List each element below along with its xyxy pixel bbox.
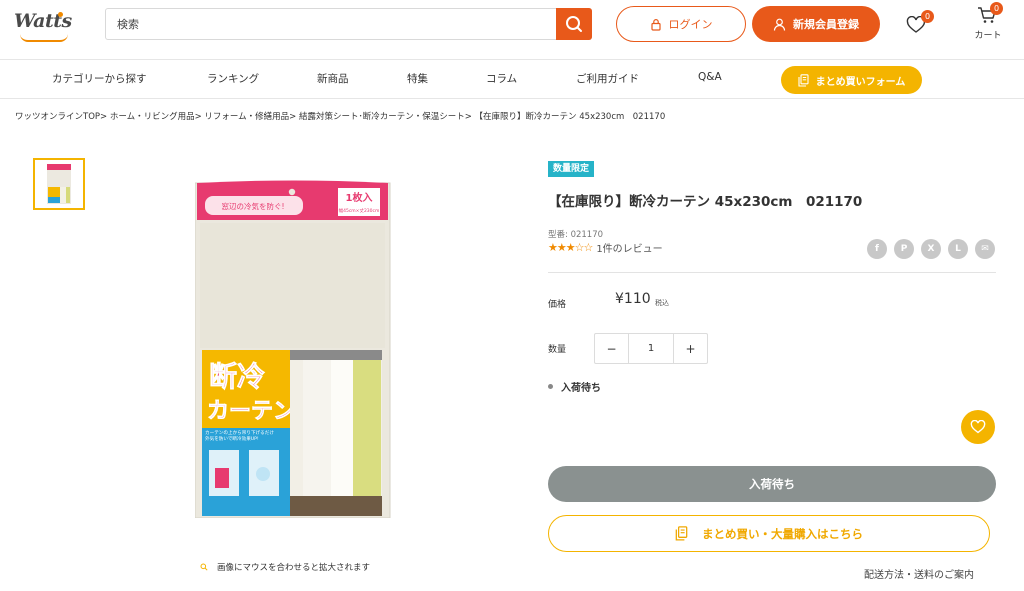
mail-icon[interactable]: ✉ (975, 239, 995, 259)
package-count-badge: 1枚入 (346, 191, 373, 204)
restock-wait-button[interactable]: 入荷待ち (548, 466, 996, 502)
zoom-hint-text: 画像にマウスを合わせると拡大されます (217, 563, 371, 573)
site-logo[interactable]: Watts (14, 10, 78, 42)
facebook-icon[interactable]: f (867, 239, 887, 259)
search-input[interactable] (106, 9, 557, 39)
x-icon[interactable]: X (921, 239, 941, 259)
status-dot (548, 384, 553, 389)
pinterest-icon[interactable]: P (894, 239, 914, 259)
bulk-order-form-button[interactable]: まとめ買いフォーム (781, 66, 922, 94)
nav-item-new-products[interactable]: 新商品 (317, 71, 349, 86)
product-sku: 型番: 021170 (548, 230, 604, 240)
login-button[interactable]: ログイン (616, 6, 746, 42)
nav-item-features[interactable]: 特集 (407, 71, 428, 86)
logo-dot (58, 12, 63, 17)
favorites-button[interactable]: 0 (906, 10, 934, 36)
thumbnail-image (47, 164, 71, 204)
cart-button[interactable]: 0 カート (968, 2, 1008, 44)
quantity-label: 数量 (548, 345, 567, 355)
line-icon[interactable]: L (948, 239, 968, 259)
price-label: 価格 (548, 300, 567, 310)
product-thumbnail[interactable] (33, 158, 85, 210)
review-count-link[interactable]: 1件のレビュー (596, 240, 662, 255)
package-description-2: 外気を防いで断冷効果UP! (205, 435, 259, 442)
bulk-purchase-button[interactable]: まとめ買い・大量購入はこちら (548, 515, 990, 552)
zoom-hint: 画像にマウスを合わせると拡大されます (200, 561, 370, 573)
quantity-minus-button[interactable]: − (595, 334, 628, 363)
package-description-1: カーテンの上から吊り下げるだけ (205, 429, 274, 436)
product-rating: ★★★☆☆ 1件のレビュー (548, 240, 663, 255)
document-icon (798, 73, 809, 87)
lock-icon (650, 18, 661, 31)
rating-stars: ★★★☆☆ (548, 241, 593, 254)
logo-smile (20, 34, 68, 42)
product-price: ¥110 (615, 291, 651, 307)
favorites-count-badge: 0 (921, 10, 934, 23)
package-headline-2: カーテン (207, 399, 295, 424)
limited-quantity-badge: 数量限定 (548, 161, 595, 177)
login-label: ログイン (668, 18, 713, 31)
bulk-purchase-label: まとめ買い・大量購入はこちら (702, 526, 863, 541)
nav-item-guide[interactable]: ご利用ガイド (576, 71, 639, 86)
package-top-banner: 窓辺の冷気を防ぐ! (221, 201, 284, 211)
product-package-image: 窓辺の冷気を防ぐ! 1枚入 幅45cm×丈230cm 断冷 カーテン カーテンの… (194, 180, 391, 519)
cart-label: カート (974, 31, 1002, 41)
nav-item-column[interactable]: コラム (486, 71, 517, 86)
search-icon (566, 16, 582, 32)
magnifier-icon (200, 563, 208, 571)
logo-text: Watts (14, 10, 72, 32)
bulk-form-label: まとめ買いフォーム (815, 76, 906, 88)
site-header: Watts ログイン 新規会員登録 0 (0, 0, 1024, 60)
add-to-favorites-button[interactable] (961, 410, 995, 444)
search-button[interactable] (556, 8, 592, 40)
search-box (105, 8, 592, 40)
register-label: 新規会員登録 (793, 18, 859, 31)
stock-status-text: 入荷待ち (561, 383, 601, 394)
quantity-stepper: − 1 + (594, 333, 708, 364)
nav-item-ranking[interactable]: ランキング (207, 71, 259, 86)
quantity-plus-button[interactable]: + (674, 334, 707, 363)
main-nav: カテゴリーから探す ランキング 新商品 特集 コラム ご利用ガイド Q&A まと… (0, 60, 1024, 99)
breadcrumb[interactable]: ワッツオンラインTOP> ホーム・リビング用品> リフォーム・修繕用品> 結露対… (15, 110, 665, 122)
stock-status: 入荷待ち (548, 379, 601, 394)
package-count-sub: 幅45cm×丈230cm (339, 207, 380, 214)
nav-item-faq[interactable]: Q&A (698, 71, 722, 83)
product-main-image[interactable]: 窓辺の冷気を防ぐ! 1枚入 幅45cm×丈230cm 断冷 カーテン カーテンの… (194, 178, 395, 519)
shipping-info-link[interactable]: 配送方法・送料のご案内 (864, 566, 974, 581)
info-divider (548, 272, 996, 273)
user-icon (773, 18, 786, 31)
product-title: 【在庫限り】断冷カーテン 45x230cm 021170 (548, 194, 863, 210)
heart-icon (970, 420, 986, 434)
register-button[interactable]: 新規会員登録 (752, 6, 880, 42)
cart-count-badge: 0 (990, 2, 1003, 15)
tax-label: 税込 (655, 299, 669, 307)
quantity-input[interactable]: 1 (628, 334, 674, 363)
package-headline-1: 断冷 (209, 360, 265, 393)
nav-item-categories[interactable]: カテゴリーから探す (52, 71, 147, 86)
document-icon (675, 526, 688, 541)
